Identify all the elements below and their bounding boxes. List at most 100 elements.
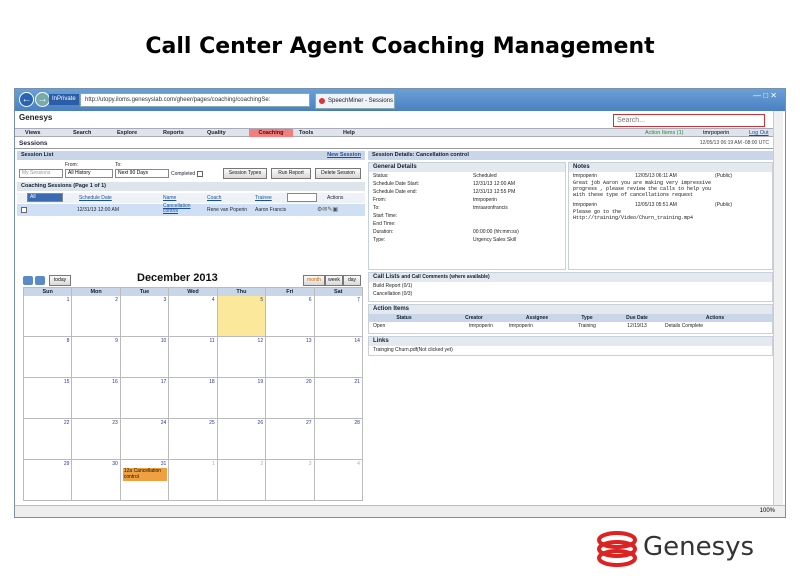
call-list-item[interactable]: Build Report (0/1) — [369, 282, 772, 290]
links-title: Links — [369, 337, 772, 346]
today-button[interactable]: today — [49, 275, 71, 286]
logout-link[interactable]: Log Out — [749, 129, 769, 137]
month-view-button[interactable]: month — [303, 275, 325, 286]
calendar-day[interactable]: 18 — [169, 378, 218, 419]
calendar-day[interactable]: 3 — [120, 296, 170, 337]
calendar-day[interactable]: 10 — [120, 337, 170, 378]
brand-name: Genesys — [643, 532, 755, 562]
completed-checkbox[interactable] — [197, 171, 203, 177]
forward-icon[interactable]: → — [35, 92, 50, 107]
filter-select[interactable]: All — [27, 193, 63, 202]
calendar-day[interactable]: 28 — [314, 419, 363, 460]
menu-explore[interactable]: Explore — [117, 129, 137, 137]
calendar-day[interactable]: 8 — [24, 337, 73, 378]
calendar-day[interactable]: 25 — [169, 419, 218, 460]
menu-tools[interactable]: Tools — [299, 129, 313, 137]
ai-status: Open — [373, 323, 386, 329]
address-bar[interactable]: http://utopy.iloms.genesyslab.com/gheer/… — [80, 93, 310, 107]
note-date: 12/05/13 05:51 AM — [634, 202, 677, 208]
calendar-day[interactable]: 2 — [72, 296, 121, 337]
link-item[interactable]: Trainging Churn.pdf(Not clicked yet) — [369, 346, 772, 354]
calendar-day[interactable]: 1 — [24, 296, 73, 337]
calendar-day-today[interactable]: 5 — [217, 296, 267, 337]
call-list-item[interactable]: Cancellation (0/3) — [369, 290, 772, 298]
calendar-day-with-event[interactable]: 31 12a Cancellation control — [120, 460, 170, 501]
week-view-button[interactable]: week — [325, 275, 343, 286]
from-select[interactable]: All History — [65, 169, 113, 178]
calendar-day[interactable]: 3 — [266, 460, 315, 501]
calendar-day[interactable]: 17 — [120, 378, 170, 419]
from-label: From: — [65, 162, 79, 168]
row-checkbox[interactable] — [21, 207, 27, 213]
calendar-day[interactable]: 11 — [169, 337, 218, 378]
ai-assignee: tmrpoperin — [509, 323, 533, 329]
calendar-day[interactable]: 19 — [217, 378, 267, 419]
calendar-day[interactable]: 20 — [266, 378, 315, 419]
note-author: tmrpoperin — [573, 202, 597, 208]
browser-tab[interactable]: SpeechMiner - Sessions — [315, 93, 395, 109]
delete-session-button[interactable]: Delete Session — [315, 168, 361, 179]
completed-label: Completed — [171, 171, 196, 177]
session-types-button[interactable]: Session Types — [223, 168, 267, 179]
calendar-day[interactable]: 9 — [72, 337, 121, 378]
calendar-event[interactable]: 12a Cancellation control — [122, 468, 167, 481]
calendar-day[interactable]: 29 — [24, 460, 73, 501]
day-view-button[interactable]: day — [343, 275, 361, 286]
calendar-day[interactable]: 30 — [72, 460, 121, 501]
row-action-icons[interactable]: ⚙✉✎▣ — [317, 206, 338, 213]
menu-coaching[interactable]: Coaching — [249, 129, 293, 137]
menu-help[interactable]: Help — [343, 129, 355, 137]
general-details-title: General Details — [369, 163, 565, 172]
table-row[interactable]: Open tmrpoperin tmrpoperin Training 12/19/13… — [369, 322, 772, 330]
calendar-day[interactable]: 4 — [169, 296, 218, 337]
field-value: 12/31/13 12:00 AM — [473, 181, 515, 187]
menu-search[interactable]: Search — [73, 129, 91, 137]
to-select[interactable]: Next 90 Days — [115, 169, 169, 178]
calendar-day[interactable]: 7 — [314, 296, 363, 337]
window-controls[interactable]: — □ ✕ — [753, 91, 777, 100]
menu-quality[interactable]: Quality — [207, 129, 226, 137]
ai-actions[interactable]: Details Complete — [665, 322, 765, 330]
trainee-filter-input[interactable] — [287, 193, 317, 202]
calendar-day[interactable]: 4 — [314, 460, 363, 501]
my-sessions-select[interactable]: My Sessions — [19, 169, 63, 178]
back-icon[interactable]: ← — [19, 92, 34, 107]
calendar-day[interactable]: 22 — [24, 419, 73, 460]
general-details: General Details Status: Scheduled Schedul… — [368, 162, 566, 270]
calendar-day[interactable]: 15 — [24, 378, 73, 419]
calendar-day[interactable]: 27 — [266, 419, 315, 460]
refresh-icon[interactable] — [35, 276, 45, 285]
run-report-button[interactable]: Run Report — [271, 168, 311, 179]
ai-col-assignee: Assignee — [525, 315, 549, 321]
new-session-link[interactable]: New Session — [327, 151, 361, 160]
calendar-day[interactable]: 21 — [314, 378, 363, 419]
table-row[interactable]: 12/31/13 12:00 AM Cancellation control R… — [17, 204, 365, 216]
settings-icon[interactable] — [23, 276, 33, 285]
notes-panel: Notes tmrpoperin 12/05/13 06:11 AM (Public… — [568, 162, 773, 270]
calendar-day[interactable]: 14 — [314, 337, 363, 378]
col-name[interactable]: Name — [163, 195, 176, 201]
calendar-day[interactable]: 26 — [217, 419, 267, 460]
zoom-level[interactable]: 100% — [15, 505, 785, 517]
calendar-day[interactable]: 12 — [217, 337, 267, 378]
menu-views[interactable]: Views — [25, 129, 41, 137]
calendar-day[interactable]: 6 — [266, 296, 315, 337]
col-coach[interactable]: Coach — [207, 195, 221, 201]
calendar-day[interactable]: 23 — [72, 419, 121, 460]
row-name-link[interactable]: Cancellation control — [163, 204, 199, 214]
calendar-day[interactable]: 16 — [72, 378, 121, 419]
inprivate-badge: InPrivate — [49, 94, 79, 105]
calendar-day[interactable]: 24 — [120, 419, 170, 460]
action-items-link[interactable]: Action Items (1) — [645, 129, 684, 137]
calendar-day[interactable]: 2 — [217, 460, 267, 501]
search-input[interactable]: Search... — [613, 114, 765, 127]
slide-title: Call Center Agent Coaching Management — [145, 34, 655, 59]
col-schedule-date[interactable]: Schedule Date — [79, 195, 112, 201]
calendar-day[interactable]: 13 — [266, 337, 315, 378]
session-list-title: Session List — [21, 152, 54, 158]
calendar-day[interactable]: 1 — [169, 460, 218, 501]
vertical-scrollbar[interactable] — [773, 111, 783, 505]
ai-col-type: Type — [581, 315, 593, 321]
col-trainee[interactable]: Trainee — [255, 195, 272, 201]
menu-reports[interactable]: Reports — [163, 129, 184, 137]
